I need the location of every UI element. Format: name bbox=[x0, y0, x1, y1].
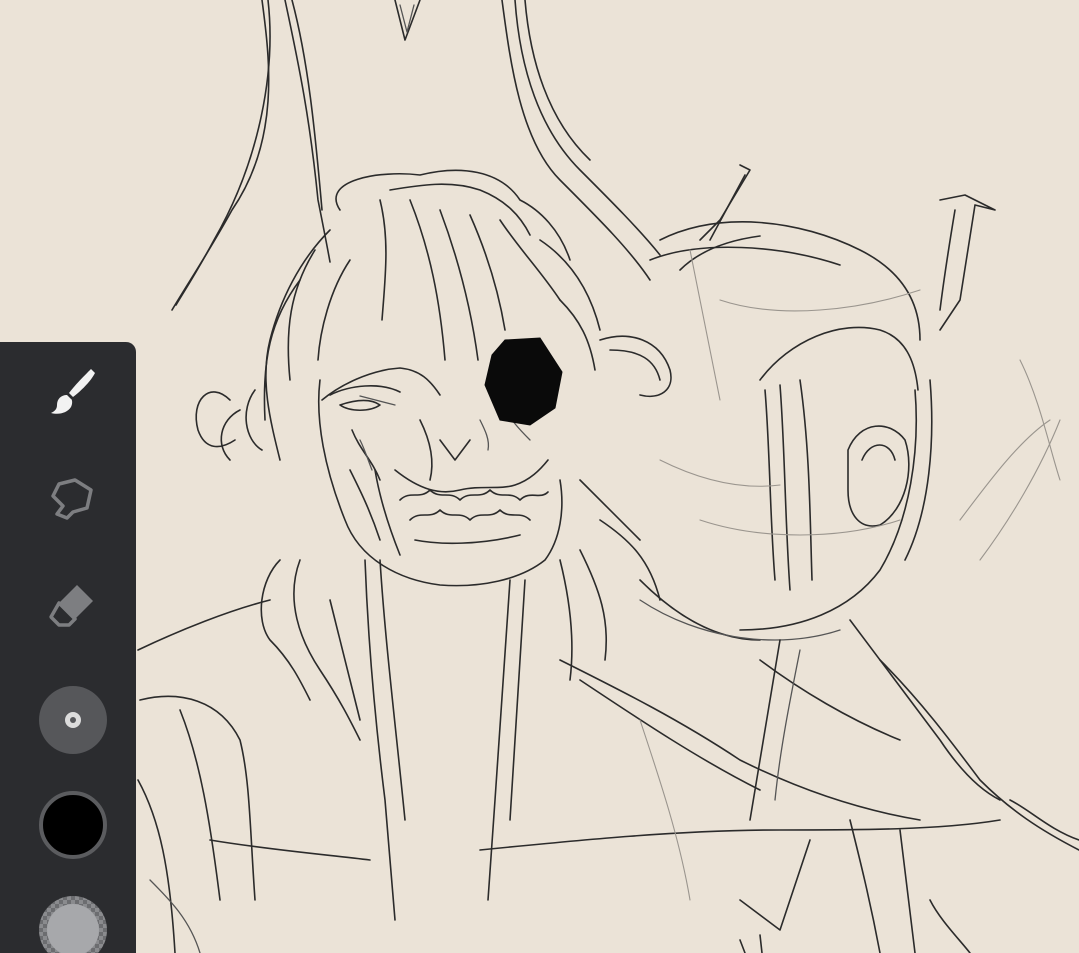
brush-size-button[interactable] bbox=[39, 686, 107, 754]
paintbrush-icon bbox=[51, 369, 95, 414]
opacity-button[interactable] bbox=[39, 896, 107, 953]
eraser-tool-button[interactable] bbox=[38, 570, 108, 640]
opacity-swatch bbox=[47, 904, 99, 953]
eraser-icon bbox=[49, 585, 93, 627]
sketch-left-horn bbox=[171, 0, 421, 311]
sketch-right-horn bbox=[501, 0, 661, 281]
drawing-canvas[interactable] bbox=[0, 0, 1079, 953]
lasso-tool-button[interactable] bbox=[38, 463, 108, 533]
sketch-skull-face bbox=[317, 337, 563, 587]
color-picker-button[interactable] bbox=[39, 791, 107, 859]
brush-tool-button[interactable] bbox=[38, 356, 108, 426]
sketch-helmet-figure bbox=[639, 164, 1061, 641]
skull-eye-socket bbox=[484, 337, 563, 426]
sketch-hair bbox=[195, 169, 672, 741]
lasso-icon bbox=[51, 478, 93, 520]
sketch-bodies bbox=[137, 559, 1079, 953]
tool-sidebar bbox=[0, 342, 136, 953]
drawing-app bbox=[0, 0, 1079, 953]
brush-size-icon-center bbox=[70, 717, 76, 723]
